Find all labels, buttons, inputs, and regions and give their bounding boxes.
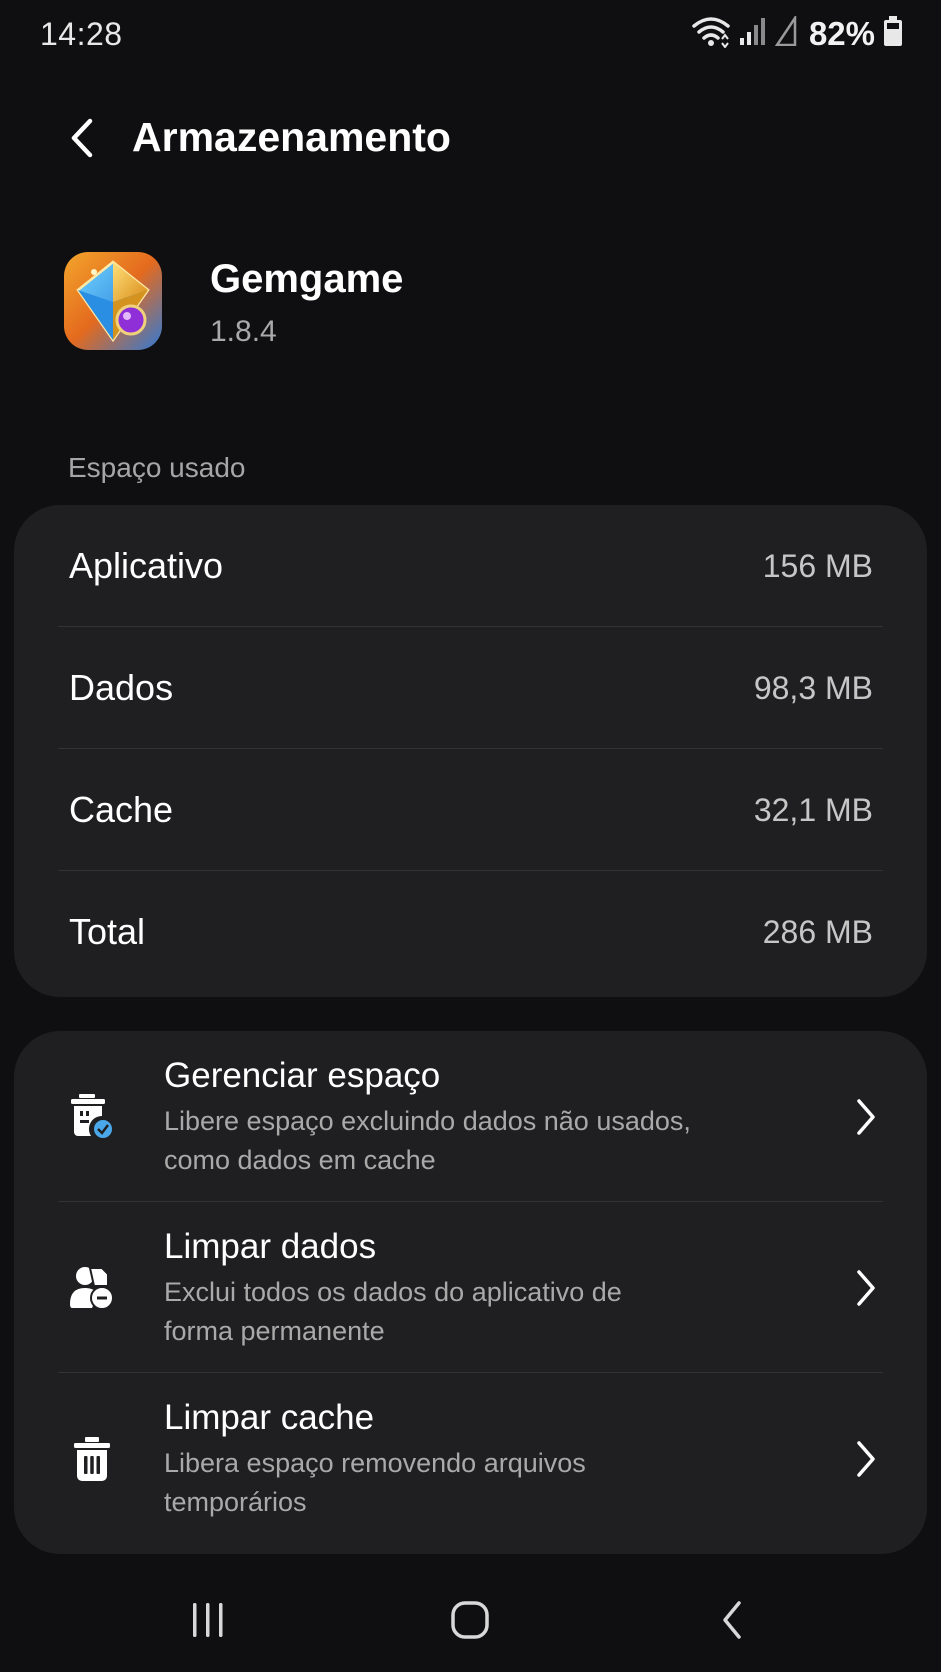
action-description-line: Exclui todos os dados do aplicativo de: [164, 1276, 622, 1307]
recent-apps-button[interactable]: [178, 1590, 238, 1650]
wifi-icon: [691, 14, 731, 53]
storage-settings-screen: 14:28 82% Armazenamento Gemgame 1.8.4 Es…: [0, 0, 941, 1672]
section-label-space-used: Espaço usado: [68, 452, 246, 483]
action-description: Exclui todos os dados do aplicativo de f…: [164, 1273, 764, 1351]
action-text: Limpar cache Libera espaço removendo arq…: [164, 1396, 764, 1522]
app-name: Gemgame: [210, 257, 404, 301]
storage-label: Cache: [69, 789, 174, 830]
home-icon: [451, 1601, 489, 1639]
storage-usage-card: Aplicativo 156 MB Dados 98,3 MB Cache 32…: [14, 505, 927, 997]
trash-icon: [64, 1431, 120, 1487]
gem-app-icon: [64, 252, 162, 350]
manage-storage-icon: [64, 1089, 120, 1145]
signal-secondary-icon: [774, 13, 797, 51]
storage-row-total: Total 286 MB: [14, 871, 927, 993]
action-description-line: forma permanente: [164, 1315, 385, 1346]
clear-data-button[interactable]: Limpar dados Exclui todos os dados do ap…: [14, 1202, 927, 1373]
storage-row-data: Dados 98,3 MB: [14, 627, 927, 749]
clear-cache-button[interactable]: Limpar cache Libera espaço removendo arq…: [14, 1373, 927, 1544]
action-description-line: como dados em cache: [164, 1144, 436, 1175]
app-version: 1.8.4: [210, 315, 277, 348]
action-title: Gerenciar espaço: [164, 1055, 441, 1095]
action-title: Limpar dados: [164, 1226, 377, 1266]
action-text: Limpar dados Exclui todos os dados do ap…: [164, 1225, 764, 1351]
action-description: Libera espaço removendo arquivos temporá…: [164, 1444, 764, 1522]
battery-icon: [883, 15, 903, 52]
recent-apps-icon: [193, 1603, 223, 1637]
chevron-right-icon: [851, 1437, 881, 1481]
action-text: Gerenciar espaço Libere espaço excluindo…: [164, 1054, 764, 1180]
chevron-right-icon: [851, 1095, 881, 1139]
action-description: Libere espaço excluindo dados não usados…: [164, 1102, 764, 1180]
storage-label: Aplicativo: [69, 545, 224, 586]
action-title: Limpar cache: [164, 1397, 375, 1437]
clear-data-icon: [64, 1260, 120, 1316]
action-description-line: Libere espaço excluindo dados não usados…: [164, 1105, 691, 1136]
chevron-left-icon: [71, 118, 93, 158]
status-bar: 14:28 82%: [0, 0, 941, 70]
status-icons: 82%: [691, 13, 903, 53]
home-button[interactable]: [440, 1590, 500, 1650]
chevron-right-icon: [851, 1266, 881, 1310]
navigation-bar: [0, 1570, 941, 1672]
storage-value: 156 MB: [762, 547, 873, 584]
back-icon: [723, 1601, 741, 1639]
signal-icon: [739, 16, 767, 51]
manage-space-button[interactable]: Gerenciar espaço Libere espaço excluindo…: [14, 1031, 927, 1202]
nav-back-button[interactable]: [702, 1590, 762, 1650]
page-title: Armazenamento: [132, 114, 451, 160]
storage-label: Dados: [69, 667, 174, 708]
storage-row-cache: Cache 32,1 MB: [14, 749, 927, 871]
back-button[interactable]: [62, 112, 102, 164]
storage-value: 32,1 MB: [753, 791, 873, 828]
battery-percent: 82%: [808, 14, 875, 52]
storage-row-app: Aplicativo 156 MB: [14, 505, 927, 627]
storage-label: Total: [69, 911, 146, 952]
storage-value: 98,3 MB: [753, 669, 873, 706]
status-time: 14:28: [40, 16, 123, 52]
action-description-line: temporários: [164, 1486, 307, 1517]
storage-value: 286 MB: [762, 913, 873, 950]
storage-actions-card: Gerenciar espaço Libere espaço excluindo…: [14, 1031, 927, 1554]
action-description-line: Libera espaço removendo arquivos: [164, 1447, 586, 1478]
